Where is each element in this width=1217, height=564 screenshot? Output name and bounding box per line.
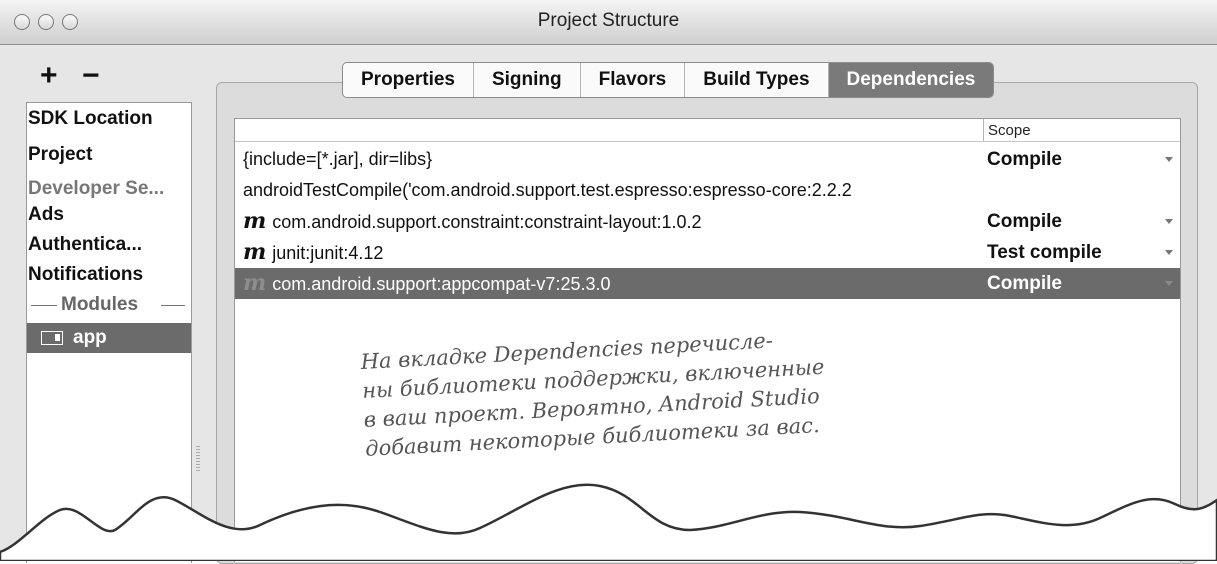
sidebar-item-app-module[interactable]: app [27, 323, 191, 353]
tab-signing[interactable]: Signing [474, 63, 581, 97]
dependency-cell: m junit:junit:4.12 [243, 237, 983, 268]
chevron-down-icon[interactable] [1165, 250, 1173, 255]
chevron-down-icon[interactable] [1165, 157, 1173, 162]
tab-dependencies[interactable]: Dependencies [828, 63, 994, 97]
module-icon [41, 331, 63, 345]
table-header: Scope [235, 119, 1180, 142]
modules-label: Modules [61, 294, 139, 315]
dependency-name: com.android.support.constraint:constrain… [272, 212, 702, 232]
tab-bar: Properties Signing Flavors Build Types D… [342, 62, 995, 98]
tab-flavors[interactable]: Flavors [581, 63, 686, 97]
table-row[interactable]: {include=[*.jar], dir=libs} Compile [235, 144, 1180, 175]
sidebar-section-developer-services: Developer Se... [28, 178, 165, 199]
scope-column-header[interactable]: Scope [983, 119, 1031, 141]
scope-value[interactable]: Test compile [987, 237, 1102, 268]
sidebar-item-authentication[interactable]: Authentica... [27, 231, 191, 259]
sidebar-item-notifications[interactable]: Notifications [27, 261, 191, 289]
module-m-icon: m [243, 208, 267, 234]
scope-value[interactable]: Compile [987, 268, 1062, 299]
dependency-cell: m com.android.support.constraint:constrai… [243, 206, 983, 237]
remove-button[interactable]: − [82, 61, 100, 91]
dependency-name: junit:junit:4.12 [272, 243, 384, 263]
torn-edge-decoration [0, 483, 1217, 561]
table-row[interactable]: m com.android.support.constraint:constrai… [235, 206, 1180, 237]
dependency-cell: m com.android.support:appcompat-v7:25.3.0 [243, 268, 983, 299]
module-m-icon: m [243, 239, 267, 265]
tab-build-types[interactable]: Build Types [685, 63, 829, 97]
add-button[interactable]: + [40, 61, 58, 91]
dependency-name: androidTestCompile('com.android.support.… [243, 180, 852, 200]
scope-value[interactable]: Compile [987, 144, 1062, 175]
dependency-name: com.android.support:appcompat-v7:25.3.0 [272, 274, 611, 294]
tab-properties[interactable]: Properties [343, 63, 474, 97]
module-m-icon: m [243, 270, 267, 296]
chevron-down-icon[interactable] [1165, 219, 1173, 224]
window-title: Project Structure [537, 10, 680, 31]
modules-divider: Modules [27, 291, 191, 319]
project-structure-window: Project Structure + − SDK Location Proje… [0, 0, 1217, 564]
table-row[interactable]: m junit:junit:4.12 Test compile [235, 237, 1180, 268]
table-row[interactable]: androidTestCompile('com.android.support.… [235, 175, 1180, 206]
sidebar-item-sdk-location[interactable]: SDK Location [27, 105, 191, 133]
chevron-down-icon[interactable] [1165, 281, 1173, 286]
module-label: app [73, 327, 107, 348]
table-row-selected[interactable]: m com.android.support:appcompat-v7:25.3.0… [235, 268, 1180, 299]
sidebar-item-project[interactable]: Project [27, 141, 191, 169]
sidebar-item-ads[interactable]: Ads [27, 201, 191, 229]
scope-value[interactable]: Compile [987, 206, 1062, 237]
splitter-handle[interactable] [196, 446, 200, 472]
title-bar: Project Structure [0, 0, 1217, 45]
dependency-name: {include=[*.jar], dir=libs} [243, 149, 433, 169]
